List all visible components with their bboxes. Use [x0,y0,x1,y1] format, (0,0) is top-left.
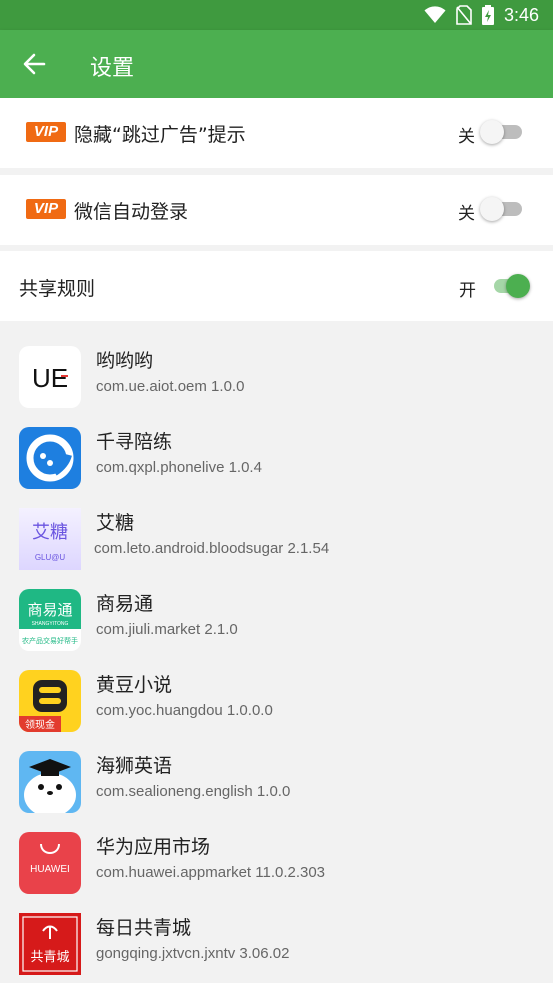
setting-wechat-auto-login[interactable]: VIP 微信自动登录 关 [0,175,553,245]
app-icon [19,751,81,813]
back-button[interactable] [18,48,50,80]
app-icon: UE [19,346,81,408]
status-bar: 3:46 [0,0,553,30]
svg-text:农产品交易好帮手: 农产品交易好帮手 [22,636,78,645]
app-icon: HUAWEI [19,832,81,894]
list-item[interactable]: 海狮英语 com.sealioneng.english 1.0.0 [0,749,553,830]
list-item[interactable]: 千寻陪练 com.qxpl.phonelive 1.0.4 [0,425,553,506]
list-item[interactable]: 商易通 SHANGYITONG 农产品交易好帮手 商易通 com.jiuli.mar… [0,587,553,668]
list-item[interactable]: 领现金 黄豆小说 com.yoc.huangdou 1.0.0.0 [0,668,553,749]
clock: 3:46 [503,4,539,25]
vip-badge: VIP [26,122,66,142]
svg-text:HUAWEI: HUAWEI [30,864,70,875]
list-item[interactable]: UE 哟哟哟 com.ue.aiot.oem 1.0.0 [0,344,553,425]
toggle-switch[interactable] [480,195,526,223]
app-name: 华为应用市场 [96,836,211,858]
svg-text:SHANGYITONG: SHANGYITONG [32,621,69,627]
svg-text:商易通: 商易通 [27,601,72,619]
svg-text:领现金: 领现金 [25,718,55,731]
toggle-switch[interactable] [492,272,532,300]
app-name: 黄豆小说 [96,674,173,696]
svg-text:GLU@U: GLU@U [35,553,66,562]
app-package: com.huawei.appmarket 11.0.2.303 [96,864,326,881]
vip-badge: VIP [26,199,66,219]
app-icon: 共青城 [19,913,81,975]
app-package: com.qxpl.phonelive 1.0.4 [96,459,262,476]
setting-label: 隐藏“跳过广告”提示 [74,124,246,146]
svg-text:UE: UE [32,363,68,393]
toggle-switch[interactable] [480,118,526,146]
list-item[interactable]: 艾糖 GLU@U 艾糖 com.leto.android.bloodsugar 2… [0,506,553,587]
wifi-icon [424,6,446,23]
app-name: 哟哟哟 [96,350,154,372]
app-bar: 设置 [0,30,553,98]
svg-text:艾糖: 艾糖 [32,522,68,543]
svg-text:共青城: 共青城 [30,950,69,965]
app-icon: 领现金 [19,670,81,732]
setting-state: 关 [458,127,475,147]
setting-label: 共享规则 [19,278,96,300]
list-item[interactable]: HUAWEI 华为应用市场 com.huawei.appmarket 11.0.… [0,830,553,911]
battery-charging-icon [481,5,494,25]
app-icon [19,427,81,489]
app-package: gongqing.jxtvcn.jxntv 3.06.02 [96,945,290,962]
setting-state: 关 [458,204,475,224]
app-name: 千寻陪练 [96,431,173,453]
setting-label: 微信自动登录 [74,201,189,223]
app-name: 每日共青城 [96,917,192,939]
app-icon: 艾糖 GLU@U [19,508,81,570]
app-name: 艾糖 [96,512,135,534]
setting-hide-skip-ad[interactable]: VIP 隐藏“跳过广告”提示 关 [0,98,553,168]
app-name: 海狮英语 [96,755,173,777]
app-package: com.leto.android.bloodsugar 2.1.54 [94,540,330,557]
app-package: com.yoc.huangdou 1.0.0.0 [96,702,273,719]
app-package: com.sealioneng.english 1.0.0 [96,783,291,800]
app-list: UE 哟哟哟 com.ue.aiot.oem 1.0.0 千寻陪练 com.qx… [0,322,553,983]
no-sim-icon [456,5,472,25]
list-item[interactable]: 共青城 每日共青城 gongqing.jxtvcn.jxntv 3.06.02 [0,911,553,983]
setting-share-rules[interactable]: 共享规则 开 [0,251,553,321]
status-icons: 3:46 [424,4,539,26]
setting-state: 开 [459,281,476,301]
app-package: com.ue.aiot.oem 1.0.0 [96,378,245,395]
app-name: 商易通 [96,593,154,615]
arrow-back-icon [23,53,46,75]
page-title: 设置 [90,56,135,81]
app-icon: 商易通 SHANGYITONG 农产品交易好帮手 [19,589,81,651]
app-package: com.jiuli.market 2.1.0 [96,621,238,638]
